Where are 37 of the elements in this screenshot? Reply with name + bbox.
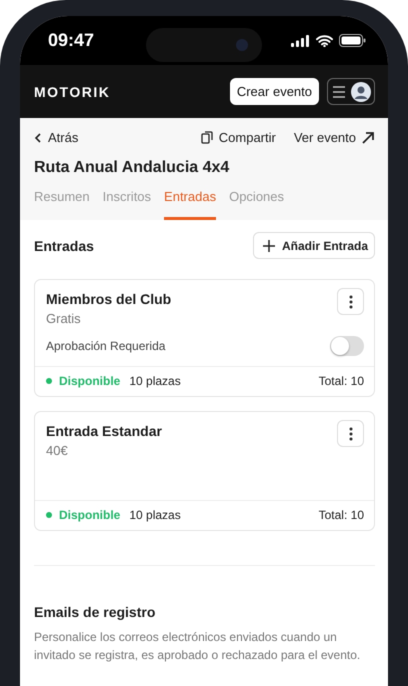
total-count: Total: 10	[318, 508, 364, 522]
event-title: Ruta Anual Andalucia 4x4	[34, 159, 230, 177]
menu-icon	[332, 86, 346, 98]
battery-icon	[339, 34, 366, 47]
chevron-left-icon	[34, 132, 42, 142]
approval-toggle[interactable]	[330, 336, 364, 356]
plus-icon	[262, 240, 275, 252]
seats-count: 10 plazas	[129, 508, 181, 522]
status-label: Disponible	[59, 374, 120, 388]
ticket-name: Miembros del Club	[46, 291, 172, 307]
view-event-link[interactable]: Ver evento	[294, 130, 374, 145]
share-link[interactable]: Compartir	[200, 130, 276, 145]
status-label: Disponible	[59, 508, 120, 522]
status-time: 09:47	[48, 30, 94, 51]
section-heading: Entradas	[34, 238, 94, 254]
emails-description: Personalice los correos electrónicos enviados cuando un invitado se registra, es aprobado o rechazado para el evento.	[34, 629, 362, 664]
more-vertical-icon	[348, 294, 352, 308]
ticket-name: Entrada Estandar	[46, 423, 162, 439]
more-options-button[interactable]	[337, 288, 364, 315]
copy-icon	[200, 131, 213, 144]
avatar-icon	[350, 82, 370, 102]
add-ticket-button[interactable]: Añadir Entrada	[252, 232, 375, 259]
arrow-up-right-icon	[362, 132, 374, 144]
more-options-button[interactable]	[337, 420, 364, 447]
signal-icon	[291, 34, 310, 46]
approval-label: Aprobación Requerida	[46, 339, 166, 353]
create-event-button[interactable]: Crear evento	[230, 78, 319, 105]
wifi-icon	[316, 34, 333, 46]
ticket-price: Gratis	[46, 311, 82, 326]
menu-button[interactable]	[327, 78, 375, 105]
seats-count: 10 plazas	[129, 374, 181, 388]
app-logo: MOTORIK	[34, 84, 110, 100]
total-count: Total: 10	[318, 374, 364, 388]
back-link[interactable]: Atrás	[34, 130, 78, 145]
emails-heading: Emails de registro	[34, 604, 156, 620]
ticket-price: 40€	[46, 443, 69, 458]
more-vertical-icon	[348, 426, 352, 440]
